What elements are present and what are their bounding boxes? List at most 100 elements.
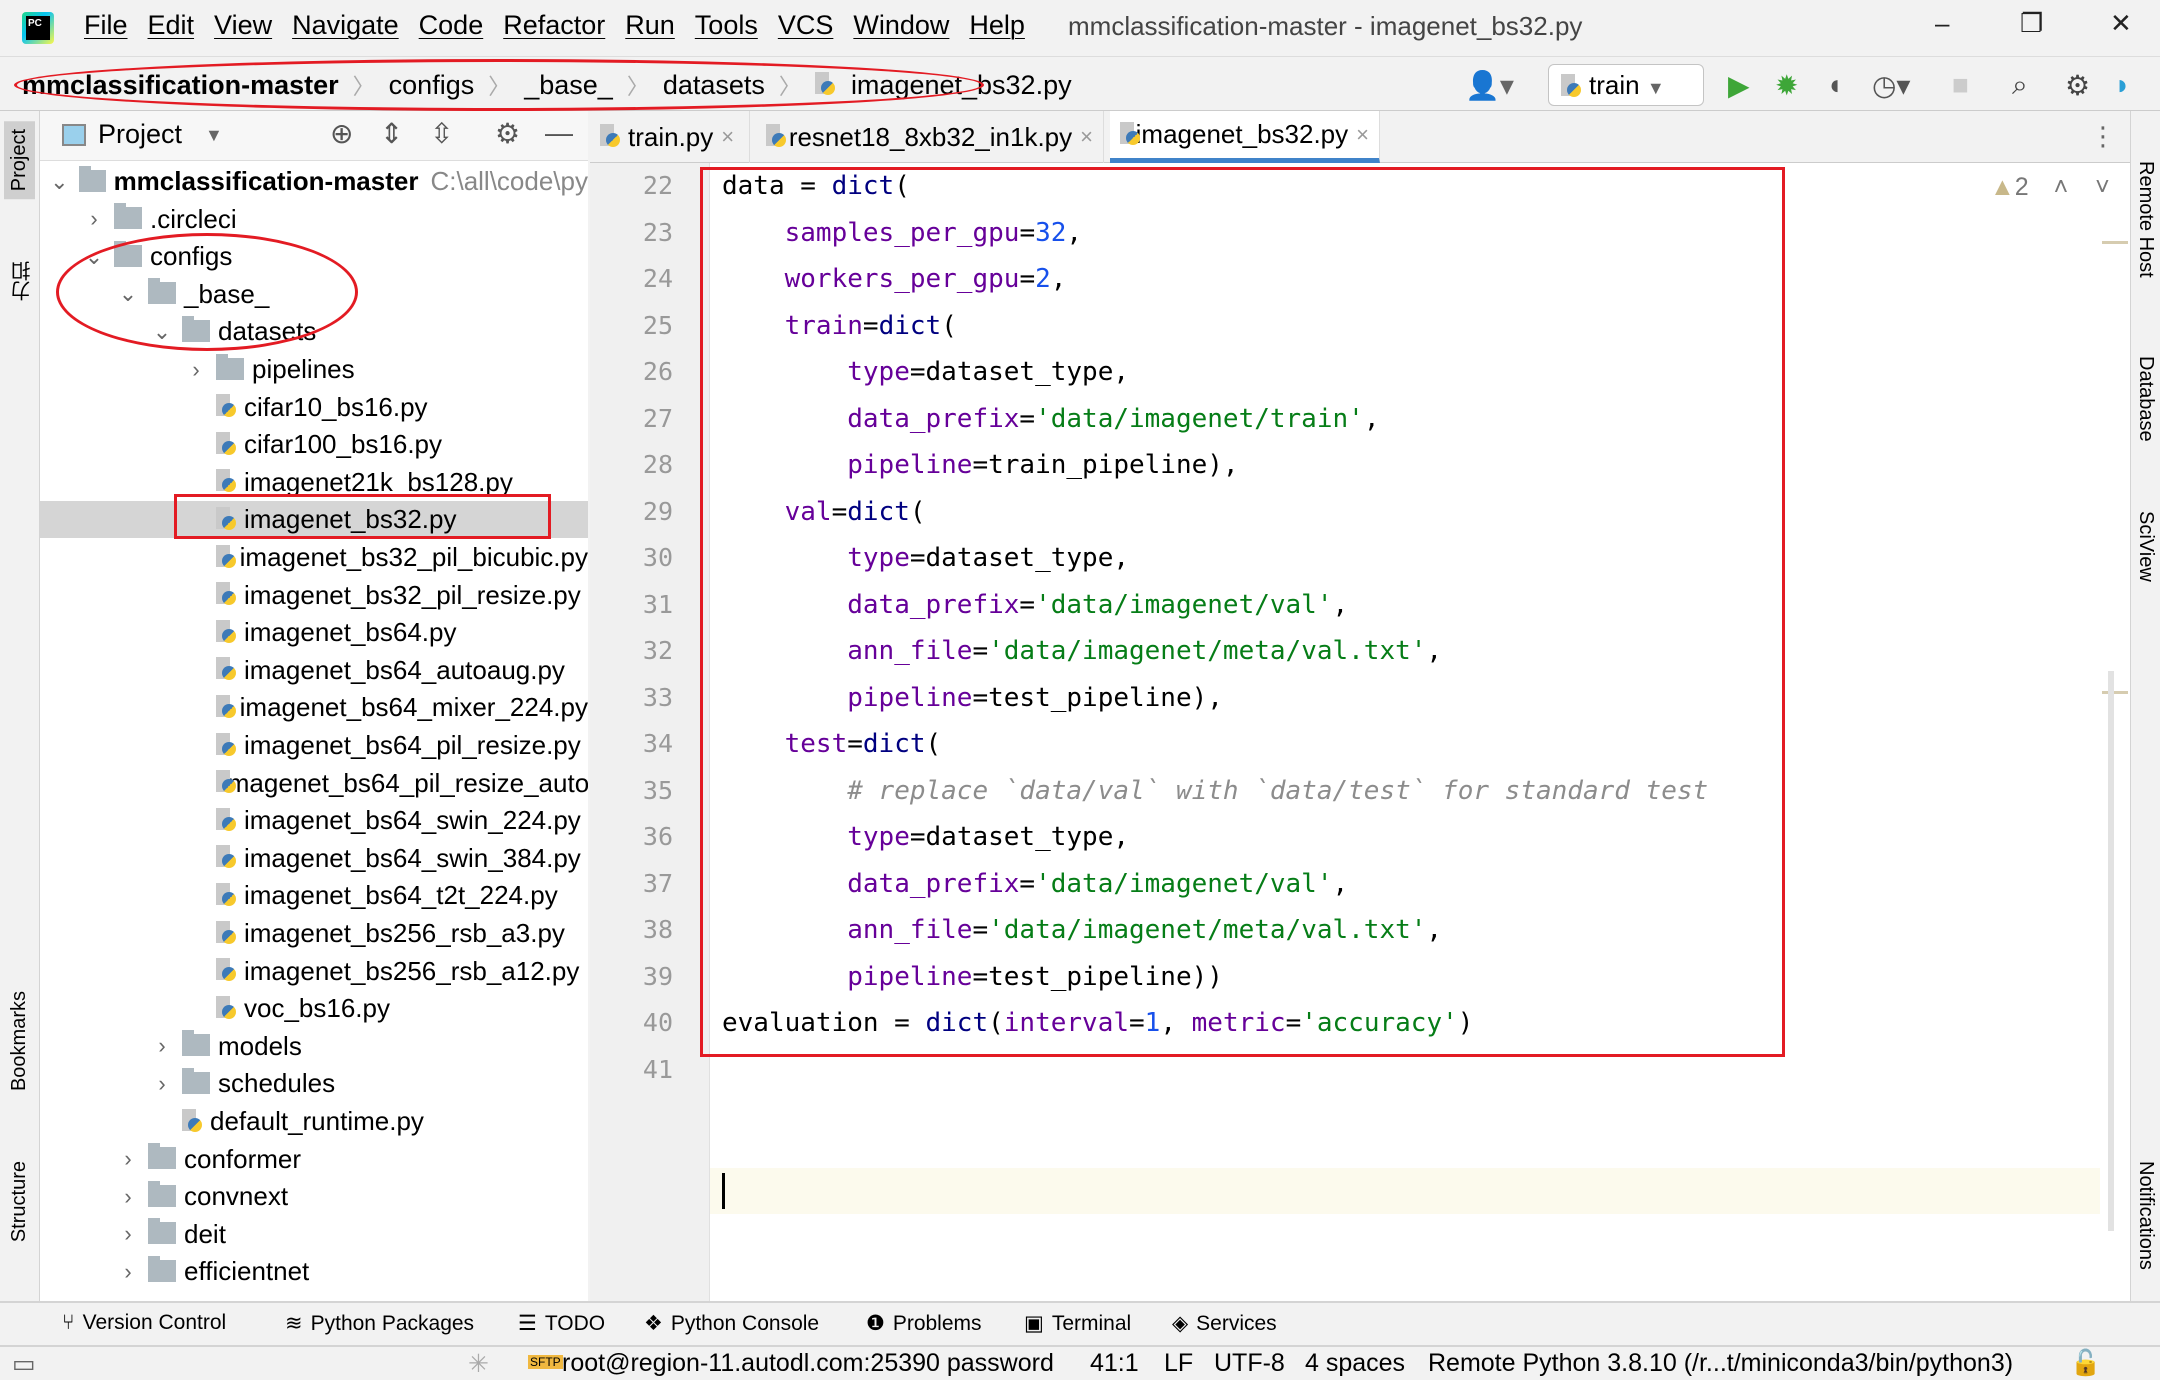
menu-window[interactable]: Window <box>853 10 949 41</box>
tree-folder[interactable]: › .circleci <box>40 201 588 238</box>
chevron-right-icon[interactable]: › <box>114 1184 142 1210</box>
menu-file[interactable]: File <box>84 10 128 41</box>
run-config-select[interactable]: train ▼ <box>1548 64 1704 106</box>
stripe-notifications[interactable]: Notifications <box>2134 1161 2157 1270</box>
toggle-panels-icon[interactable]: ▭ <box>12 1349 36 1379</box>
menu-refactor[interactable]: Refactor <box>503 10 605 41</box>
menu-vcs[interactable]: VCS <box>778 10 834 41</box>
close-tab-icon[interactable]: × <box>721 124 734 150</box>
tool-window-services[interactable]: ◈ Services <box>1172 1311 1277 1336</box>
chevron-right-icon[interactable]: › <box>114 1146 142 1172</box>
chevron-right-icon[interactable]: › <box>148 1033 176 1059</box>
gear-icon[interactable]: ⚙ <box>495 117 520 150</box>
stripe-database[interactable]: Database <box>2134 356 2157 442</box>
tool-window-python-packages[interactable]: ≋ Python Packages <box>285 1311 474 1336</box>
tree-folder[interactable]: › models <box>40 1028 588 1065</box>
tree-file[interactable]: imagenet_bs64_mixer_224.py <box>40 689 588 726</box>
next-highlight-icon[interactable]: ˅ <box>2095 173 2110 201</box>
coverage-icon[interactable]: ◖ <box>1826 69 1843 101</box>
chevron-right-icon[interactable]: › <box>114 1221 142 1247</box>
status-caret-position[interactable]: 41:1 <box>1090 1349 1139 1378</box>
stripe-bookmarks[interactable]: Bookmarks <box>8 991 31 1091</box>
prev-highlight-icon[interactable]: ˄ <box>2054 173 2069 201</box>
inspection-widget[interactable]: ▲2 ˄ ˅ <box>1990 173 2110 202</box>
stripe-structure[interactable]: Structure <box>8 1161 31 1242</box>
search-icon[interactable]: ⌕ <box>2012 69 2028 102</box>
close-icon[interactable]: ✕ <box>2110 8 2132 39</box>
status-line-separator[interactable]: LF <box>1164 1349 1193 1378</box>
close-tab-icon[interactable]: × <box>1080 124 1093 150</box>
tree-file[interactable]: imagenet_bs256_rsb_a12.py <box>40 953 588 990</box>
tab-train-py[interactable]: train.py × <box>590 111 750 163</box>
tab-resnet18-8xb32-in1k-py[interactable]: resnet18_8xb32_in1k.py × <box>756 111 1104 163</box>
tool-window-terminal[interactable]: ▣ Terminal <box>1024 1311 1131 1336</box>
tree-file[interactable]: imagenet_bs64_swin_384.py <box>40 840 588 877</box>
run-icon[interactable]: ▶ <box>1728 69 1750 102</box>
locate-icon[interactable]: ⊕ <box>330 117 353 150</box>
debug-icon[interactable]: ✹ <box>1775 69 1798 102</box>
tree-file[interactable]: imagenet_bs64_autoaug.py <box>40 652 588 689</box>
code-with-me-icon[interactable]: ◗ <box>2114 69 2131 101</box>
tool-window-version-control[interactable]: ⑂ Version Control <box>62 1311 226 1335</box>
lock-icon[interactable]: 🔓 <box>2070 1349 2101 1378</box>
expand-all-icon[interactable]: ⇕ <box>380 117 403 150</box>
status-encoding[interactable]: UTF-8 <box>1214 1349 1285 1378</box>
status-connection[interactable]: root@region-11.autodl.com:25390 password <box>562 1349 1054 1378</box>
stripe-leetcode[interactable]: 力扣 <box>8 261 37 301</box>
tree-file[interactable]: imagenet_bs32_pil_bicubic.py <box>40 539 588 576</box>
minimize-icon[interactable]: – <box>1935 8 1949 39</box>
tree-file[interactable]: default_runtime.py <box>40 1103 588 1140</box>
chevron-right-icon[interactable]: › <box>80 206 108 232</box>
chevron-right-icon[interactable]: › <box>182 357 210 383</box>
profile-icon[interactable]: ◷▾ <box>1872 69 1911 102</box>
menu-tools[interactable]: Tools <box>695 10 758 41</box>
more-tabs-icon[interactable]: ⋮ <box>2090 121 2116 152</box>
tree-file[interactable]: imagenet_bs256_rsb_a3.py <box>40 915 588 952</box>
tree-folder[interactable]: › convnext <box>40 1178 588 1215</box>
tree-file[interactable]: imagenet_bs64_pil_resize_autoaug.py <box>40 765 588 802</box>
hide-icon[interactable]: — <box>545 117 573 149</box>
tree-file[interactable]: voc_bs16.py <box>40 990 588 1027</box>
tool-window-python-console[interactable]: ❖ Python Console <box>644 1311 819 1336</box>
chevron-right-icon[interactable]: › <box>148 1071 176 1097</box>
menu-edit[interactable]: Edit <box>148 10 195 41</box>
tree-file[interactable]: imagenet_bs64_swin_224.py <box>40 802 588 839</box>
tool-window-todo[interactable]: ☰ TODO <box>518 1311 605 1336</box>
tree-folder[interactable]: › deit <box>40 1216 588 1253</box>
tree-file[interactable]: cifar10_bs16.py <box>40 389 588 426</box>
pycharm-logo-icon[interactable]: PC <box>22 12 54 44</box>
menu-view[interactable]: View <box>214 10 272 41</box>
tree-folder[interactable]: › conformer <box>40 1141 588 1178</box>
tree-file[interactable]: imagenet_bs64_t2t_224.py <box>40 877 588 914</box>
menu-code[interactable]: Code <box>419 10 484 41</box>
menu-navigate[interactable]: Navigate <box>292 10 399 41</box>
chevron-down-icon[interactable]: ▼ <box>205 125 223 146</box>
restore-icon[interactable]: ❐ <box>2020 8 2043 39</box>
tree-item-label: models <box>218 1030 302 1061</box>
tool-window-problems[interactable]: ❶ Problems <box>866 1311 982 1336</box>
stripe-sciview[interactable]: SciView <box>2134 511 2157 582</box>
chevron-right-icon[interactable]: › <box>114 1259 142 1285</box>
collapse-all-icon[interactable]: ⇳ <box>430 117 453 150</box>
tree-folder[interactable]: › efficientnet <box>40 1253 588 1290</box>
user-icon[interactable]: 👤▾ <box>1465 69 1514 102</box>
tab-imagenet-bs32-py[interactable]: imagenet_bs32.py × <box>1110 111 1380 163</box>
tree-file[interactable]: imagenet_bs64_pil_resize.py <box>40 727 588 764</box>
project-view-select[interactable]: Project <box>98 119 182 150</box>
status-indent[interactable]: 4 spaces <box>1305 1349 1405 1378</box>
tree-folder[interactable]: › pipelines <box>40 351 588 388</box>
stripe-project[interactable]: Project <box>4 121 35 200</box>
scrollbar[interactable] <box>2108 671 2114 1231</box>
stop-icon[interactable]: ■ <box>1952 69 1969 101</box>
tree-file[interactable]: cifar100_bs16.py <box>40 426 588 463</box>
tree-root[interactable]: ⌄ mmclassification-master C:\all\code\py <box>40 163 588 200</box>
tree-file[interactable]: imagenet_bs64.py <box>40 614 588 651</box>
status-interpreter[interactable]: Remote Python 3.8.10 (/r...t/miniconda3/… <box>1428 1349 2013 1378</box>
stripe-remote-host[interactable]: Remote Host <box>2134 161 2157 278</box>
close-tab-icon[interactable]: × <box>1356 122 1369 148</box>
menu-run[interactable]: Run <box>625 10 675 41</box>
menu-help[interactable]: Help <box>969 10 1025 41</box>
settings-icon[interactable]: ⚙ <box>2065 69 2090 102</box>
tree-folder[interactable]: › schedules <box>40 1065 588 1102</box>
tree-file[interactable]: imagenet_bs32_pil_resize.py <box>40 577 588 614</box>
